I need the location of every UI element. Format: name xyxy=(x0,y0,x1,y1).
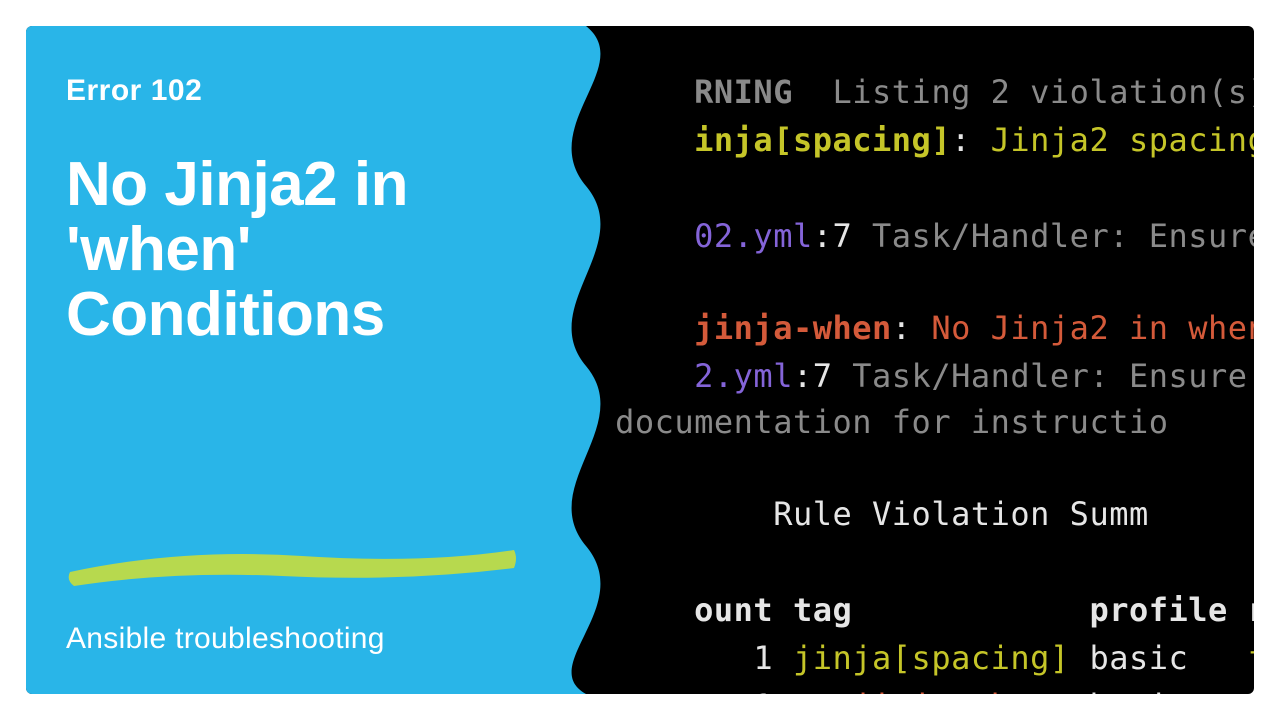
term-line3-lineno: 7 xyxy=(832,217,852,255)
term-row2-profile: basic xyxy=(1070,687,1228,694)
term-line5-rest: Task/Handler: Ensure a xyxy=(832,357,1254,395)
term-line2-tag: inja[spacing] xyxy=(694,121,951,159)
term-row2-tag: no-jinja-when xyxy=(773,687,1069,694)
accent-underline-shape xyxy=(62,542,522,590)
term-line3-rest: Task/Handler: Ensure a xyxy=(852,217,1254,255)
term-line5-file: 2.yml xyxy=(694,357,793,395)
term-line2-colon: : xyxy=(951,121,991,159)
poster-card: RNING Listing 2 violation(s) t inja[spac… xyxy=(26,26,1254,694)
kicker-text: Error 102 xyxy=(66,74,586,108)
term-row2-rule: dep xyxy=(1228,687,1254,694)
blue-content: Error 102 No Jinja2 in 'when' Conditions xyxy=(66,74,586,347)
headline-text: No Jinja2 in 'when' Conditions xyxy=(66,152,586,347)
accent-underline xyxy=(62,542,522,590)
term-line3-colon: : xyxy=(813,217,833,255)
term-row2-count: 1 xyxy=(694,687,773,694)
stage: RNING Listing 2 violation(s) t inja[spac… xyxy=(0,0,1280,720)
term-line2-msg: Jinja2 spacing co xyxy=(991,121,1254,159)
subtitle-text: Ansible troubleshooting xyxy=(66,622,385,656)
term-line5-lineno: 7 xyxy=(813,357,833,395)
term-line3-file: 02.yml xyxy=(694,217,813,255)
term-line5-colon: : xyxy=(793,357,813,395)
